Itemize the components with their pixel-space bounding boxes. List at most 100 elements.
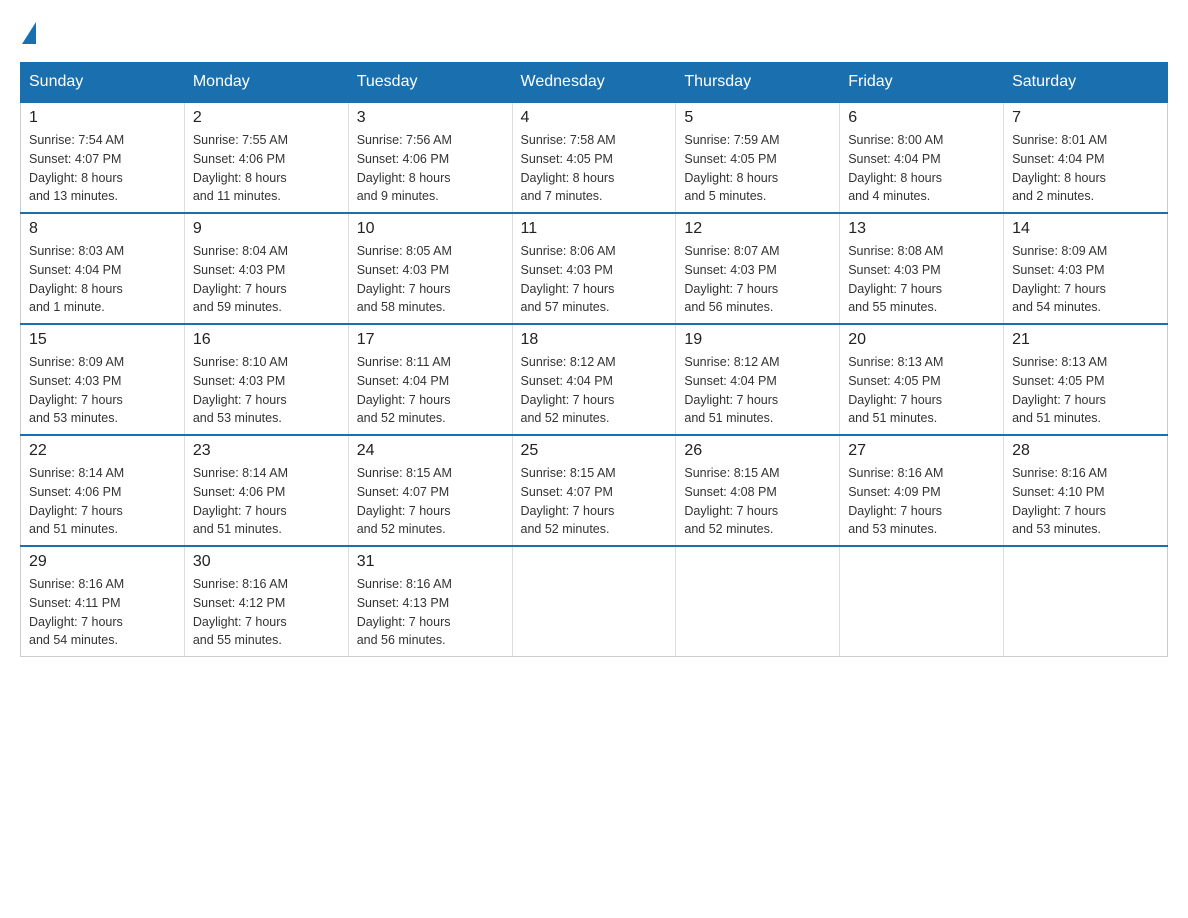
calendar-cell: 10 Sunrise: 8:05 AM Sunset: 4:03 PM Dayli… [348,213,512,324]
calendar-cell: 25Sunrise: 8:15 AM Sunset: 4:07 PM Dayli… [512,435,676,546]
logo-triangle-icon [22,22,36,44]
day-number: 13 [848,220,995,238]
day-number: 29 [29,553,176,571]
day-info: Sunrise: 8:15 AM Sunset: 4:07 PM Dayligh… [357,464,504,539]
day-info: Sunrise: 8:11 AM Sunset: 4:04 PM Dayligh… [357,353,504,428]
calendar-cell: 29 Sunrise: 8:16 AM Sunset: 4:11 PM Dayli… [21,546,185,657]
calendar-week-2: 8 Sunrise: 8:03 AM Sunset: 4:04 PM Daylig… [21,213,1168,324]
day-info: Sunrise: 7:55 AM Sunset: 4:06 PM Dayligh… [193,131,340,206]
day-info: Sunrise: 8:06 AM Sunset: 4:03 PM Dayligh… [521,242,668,317]
header-monday: Monday [184,63,348,103]
day-number: 10 [357,220,504,238]
calendar-cell: 20 Sunrise: 8:13 AM Sunset: 4:05 PM Dayli… [840,324,1004,435]
calendar-cell: 4 Sunrise: 7:58 AM Sunset: 4:05 PM Daylig… [512,102,676,213]
day-info: Sunrise: 7:56 AM Sunset: 4:06 PM Dayligh… [357,131,504,206]
day-info: Sunrise: 8:12 AM Sunset: 4:04 PM Dayligh… [521,353,668,428]
calendar-table: SundayMondayTuesdayWednesdayThursdayFrid… [20,62,1168,657]
calendar-cell: 23Sunrise: 8:14 AM Sunset: 4:06 PM Dayli… [184,435,348,546]
calendar-cell: 18 Sunrise: 8:12 AM Sunset: 4:04 PM Dayli… [512,324,676,435]
day-number: 27 [848,442,995,460]
day-info: Sunrise: 8:12 AM Sunset: 4:04 PM Dayligh… [684,353,831,428]
day-info: Sunrise: 8:16 AM Sunset: 4:13 PM Dayligh… [357,575,504,650]
calendar-cell: 2 Sunrise: 7:55 AM Sunset: 4:06 PM Daylig… [184,102,348,213]
calendar-cell: 6Sunrise: 8:00 AM Sunset: 4:04 PM Daylig… [840,102,1004,213]
calendar-cell: 9Sunrise: 8:04 AM Sunset: 4:03 PM Daylig… [184,213,348,324]
day-info: Sunrise: 8:13 AM Sunset: 4:05 PM Dayligh… [1012,353,1159,428]
day-info: Sunrise: 8:15 AM Sunset: 4:08 PM Dayligh… [684,464,831,539]
day-number: 8 [29,220,176,238]
calendar-cell: 19 Sunrise: 8:12 AM Sunset: 4:04 PM Dayli… [676,324,840,435]
day-number: 2 [193,109,340,127]
calendar-week-3: 15 Sunrise: 8:09 AM Sunset: 4:03 PM Dayli… [21,324,1168,435]
day-info: Sunrise: 8:16 AM Sunset: 4:12 PM Dayligh… [193,575,340,650]
calendar-cell: 21 Sunrise: 8:13 AM Sunset: 4:05 PM Dayli… [1004,324,1168,435]
day-info: Sunrise: 8:07 AM Sunset: 4:03 PM Dayligh… [684,242,831,317]
calendar-body: 1 Sunrise: 7:54 AM Sunset: 4:07 PM Daylig… [21,102,1168,657]
day-number: 19 [684,331,831,349]
day-number: 7 [1012,109,1159,127]
day-number: 24 [357,442,504,460]
calendar-week-5: 29 Sunrise: 8:16 AM Sunset: 4:11 PM Dayli… [21,546,1168,657]
day-number: 12 [684,220,831,238]
header-row: SundayMondayTuesdayWednesdayThursdayFrid… [21,63,1168,103]
calendar-cell: 22 Sunrise: 8:14 AM Sunset: 4:06 PM Dayli… [21,435,185,546]
calendar-cell: 7 Sunrise: 8:01 AM Sunset: 4:04 PM Daylig… [1004,102,1168,213]
day-number: 21 [1012,331,1159,349]
header-friday: Friday [840,63,1004,103]
header-saturday: Saturday [1004,63,1168,103]
calendar-cell: 27 Sunrise: 8:16 AM Sunset: 4:09 PM Dayli… [840,435,1004,546]
calendar-cell: 31 Sunrise: 8:16 AM Sunset: 4:13 PM Dayli… [348,546,512,657]
day-number: 26 [684,442,831,460]
calendar-cell: 5 Sunrise: 7:59 AM Sunset: 4:05 PM Daylig… [676,102,840,213]
calendar-cell: 28Sunrise: 8:16 AM Sunset: 4:10 PM Dayli… [1004,435,1168,546]
calendar-cell: 13Sunrise: 8:08 AM Sunset: 4:03 PM Dayli… [840,213,1004,324]
calendar-week-4: 22 Sunrise: 8:14 AM Sunset: 4:06 PM Dayli… [21,435,1168,546]
day-number: 18 [521,331,668,349]
calendar-cell [1004,546,1168,657]
calendar-cell: 1 Sunrise: 7:54 AM Sunset: 4:07 PM Daylig… [21,102,185,213]
day-number: 1 [29,109,176,127]
calendar-header: SundayMondayTuesdayWednesdayThursdayFrid… [21,63,1168,103]
day-info: Sunrise: 7:54 AM Sunset: 4:07 PM Dayligh… [29,131,176,206]
day-number: 22 [29,442,176,460]
day-number: 16 [193,331,340,349]
day-number: 14 [1012,220,1159,238]
day-info: Sunrise: 7:58 AM Sunset: 4:05 PM Dayligh… [521,131,668,206]
calendar-cell: 8 Sunrise: 8:03 AM Sunset: 4:04 PM Daylig… [21,213,185,324]
calendar-cell: 17 Sunrise: 8:11 AM Sunset: 4:04 PM Dayli… [348,324,512,435]
day-info: Sunrise: 8:16 AM Sunset: 4:11 PM Dayligh… [29,575,176,650]
day-number: 5 [684,109,831,127]
header-tuesday: Tuesday [348,63,512,103]
day-number: 4 [521,109,668,127]
day-number: 9 [193,220,340,238]
day-info: Sunrise: 8:10 AM Sunset: 4:03 PM Dayligh… [193,353,340,428]
calendar-cell: 24 Sunrise: 8:15 AM Sunset: 4:07 PM Dayli… [348,435,512,546]
header-thursday: Thursday [676,63,840,103]
day-info: Sunrise: 7:59 AM Sunset: 4:05 PM Dayligh… [684,131,831,206]
calendar-cell: 11Sunrise: 8:06 AM Sunset: 4:03 PM Dayli… [512,213,676,324]
day-info: Sunrise: 8:15 AM Sunset: 4:07 PM Dayligh… [521,464,668,539]
day-info: Sunrise: 8:03 AM Sunset: 4:04 PM Dayligh… [29,242,176,317]
day-number: 31 [357,553,504,571]
day-info: Sunrise: 8:05 AM Sunset: 4:03 PM Dayligh… [357,242,504,317]
calendar-cell: 12 Sunrise: 8:07 AM Sunset: 4:03 PM Dayli… [676,213,840,324]
calendar-cell: 30Sunrise: 8:16 AM Sunset: 4:12 PM Dayli… [184,546,348,657]
calendar-cell [676,546,840,657]
calendar-week-1: 1 Sunrise: 7:54 AM Sunset: 4:07 PM Daylig… [21,102,1168,213]
day-info: Sunrise: 8:13 AM Sunset: 4:05 PM Dayligh… [848,353,995,428]
day-info: Sunrise: 8:09 AM Sunset: 4:03 PM Dayligh… [29,353,176,428]
header-wednesday: Wednesday [512,63,676,103]
day-info: Sunrise: 8:09 AM Sunset: 4:03 PM Dayligh… [1012,242,1159,317]
day-info: Sunrise: 8:16 AM Sunset: 4:09 PM Dayligh… [848,464,995,539]
day-number: 6 [848,109,995,127]
calendar-cell: 16 Sunrise: 8:10 AM Sunset: 4:03 PM Dayli… [184,324,348,435]
header-sunday: Sunday [21,63,185,103]
calendar-cell: 15 Sunrise: 8:09 AM Sunset: 4:03 PM Dayli… [21,324,185,435]
day-info: Sunrise: 8:01 AM Sunset: 4:04 PM Dayligh… [1012,131,1159,206]
day-info: Sunrise: 8:14 AM Sunset: 4:06 PM Dayligh… [29,464,176,539]
day-number: 17 [357,331,504,349]
day-number: 28 [1012,442,1159,460]
calendar-cell: 14 Sunrise: 8:09 AM Sunset: 4:03 PM Dayli… [1004,213,1168,324]
day-number: 20 [848,331,995,349]
day-number: 15 [29,331,176,349]
